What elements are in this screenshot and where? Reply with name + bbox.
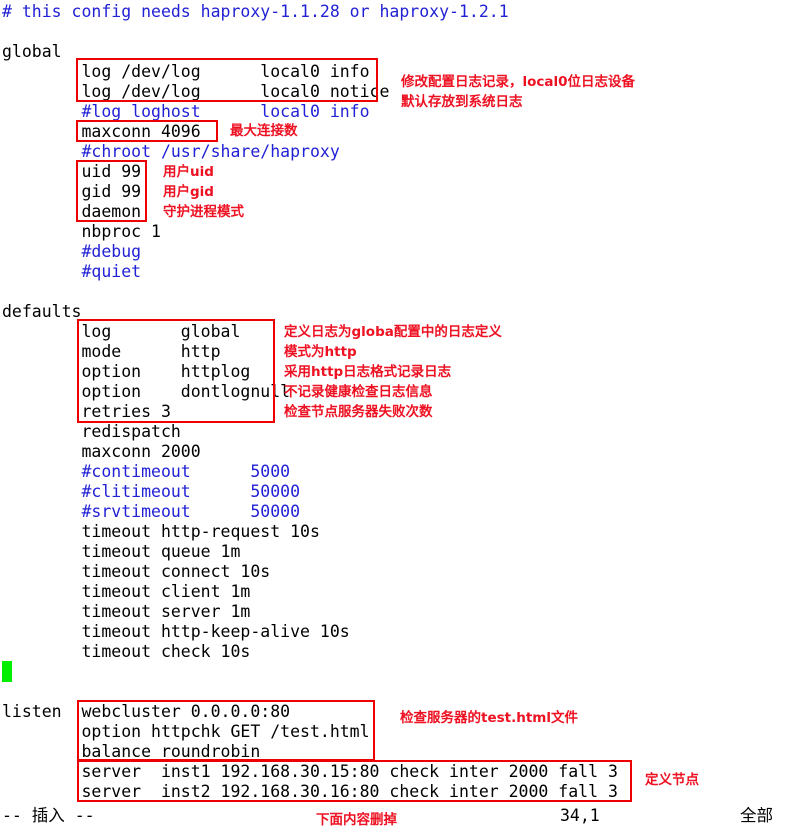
code-line: log global bbox=[2, 322, 241, 341]
vim-editor-viewport[interactable]: # this config needs haproxy-1.1.28 or ha… bbox=[0, 0, 791, 836]
code-line: listen webcluster 0.0.0.0:80 bbox=[2, 702, 291, 721]
maxconn-annotation: 最大连接数 bbox=[230, 123, 298, 139]
code-line: uid 99 bbox=[2, 162, 142, 181]
text-cursor bbox=[2, 661, 12, 682]
code-line: #debug bbox=[2, 242, 142, 261]
code-line: timeout http-keep-alive 10s bbox=[2, 622, 350, 641]
code-line: timeout connect 10s bbox=[2, 562, 271, 581]
log-annotation-line2: 默认存放到系统日志 bbox=[401, 94, 523, 110]
status-bar-mode: -- 插入 -- bbox=[2, 806, 95, 825]
gid-annotation: 用户gid bbox=[163, 184, 214, 200]
code-line: #quiet bbox=[2, 262, 142, 281]
retries-annotation: 检查节点服务器失败次数 bbox=[284, 404, 433, 420]
code-line: #log loghost local0 info bbox=[2, 102, 370, 121]
code-line: log /dev/log local0 info bbox=[2, 62, 370, 81]
log-annotation-line1: 修改配置日志记录，local0位日志设备 bbox=[401, 74, 636, 90]
code-line: defaults bbox=[2, 302, 82, 321]
code-line: maxconn 2000 bbox=[2, 442, 201, 461]
code-line: # this config needs haproxy-1.1.28 or ha… bbox=[2, 2, 509, 21]
mode-annotation: 模式为http bbox=[284, 344, 357, 360]
code-line: redispatch bbox=[2, 422, 181, 441]
code-line: timeout http-request 10s bbox=[2, 522, 320, 541]
code-line: mode http bbox=[2, 342, 221, 361]
status-bar-annotation: 下面内容删掉 bbox=[316, 812, 397, 828]
code-line: global bbox=[2, 42, 62, 61]
code-line: nbproc 1 bbox=[2, 222, 161, 241]
uid-annotation: 用户uid bbox=[163, 164, 214, 180]
log-global-annotation: 定义日志为globa配置中的日志定义 bbox=[284, 324, 502, 340]
code-line: #srvtimeout 50000 bbox=[2, 502, 301, 521]
code-line: log /dev/log local0 notice bbox=[2, 82, 390, 101]
code-line: timeout server 1m bbox=[2, 602, 251, 621]
code-line: option httpchk GET /test.html bbox=[2, 722, 370, 741]
code-line: option httplog bbox=[2, 362, 251, 381]
code-line: timeout client 1m bbox=[2, 582, 251, 601]
daemon-annotation: 守护进程模式 bbox=[163, 204, 244, 220]
code-line: server inst1 192.168.30.15:80 check inte… bbox=[2, 762, 618, 781]
code-line: gid 99 bbox=[2, 182, 142, 201]
code-line: timeout check 10s bbox=[2, 642, 251, 661]
httpchk-annotation: 检查服务器的test.html文件 bbox=[400, 710, 578, 726]
code-line: option dontlognull bbox=[2, 382, 291, 401]
code-line: #clitimeout 50000 bbox=[2, 482, 301, 501]
httplog-annotation: 采用http日志格式记录日志 bbox=[284, 364, 452, 380]
code-line: balance roundrobin bbox=[2, 742, 261, 761]
status-bar-position: 34,1 bbox=[560, 806, 600, 825]
server-annotation: 定义节点 bbox=[645, 772, 699, 788]
code-line: #chroot /usr/share/haproxy bbox=[2, 142, 340, 161]
code-line: server inst2 192.168.30.16:80 check inte… bbox=[2, 782, 618, 801]
code-line: retries 3 bbox=[2, 402, 171, 421]
dontlognull-annotation: 不记录健康检查日志信息 bbox=[284, 384, 433, 400]
code-line: timeout queue 1m bbox=[2, 542, 241, 561]
code-line: daemon bbox=[2, 202, 142, 221]
status-bar-scroll: 全部 bbox=[740, 806, 773, 825]
code-line: maxconn 4096 bbox=[2, 122, 201, 141]
code-line: #contimeout 5000 bbox=[2, 462, 291, 481]
